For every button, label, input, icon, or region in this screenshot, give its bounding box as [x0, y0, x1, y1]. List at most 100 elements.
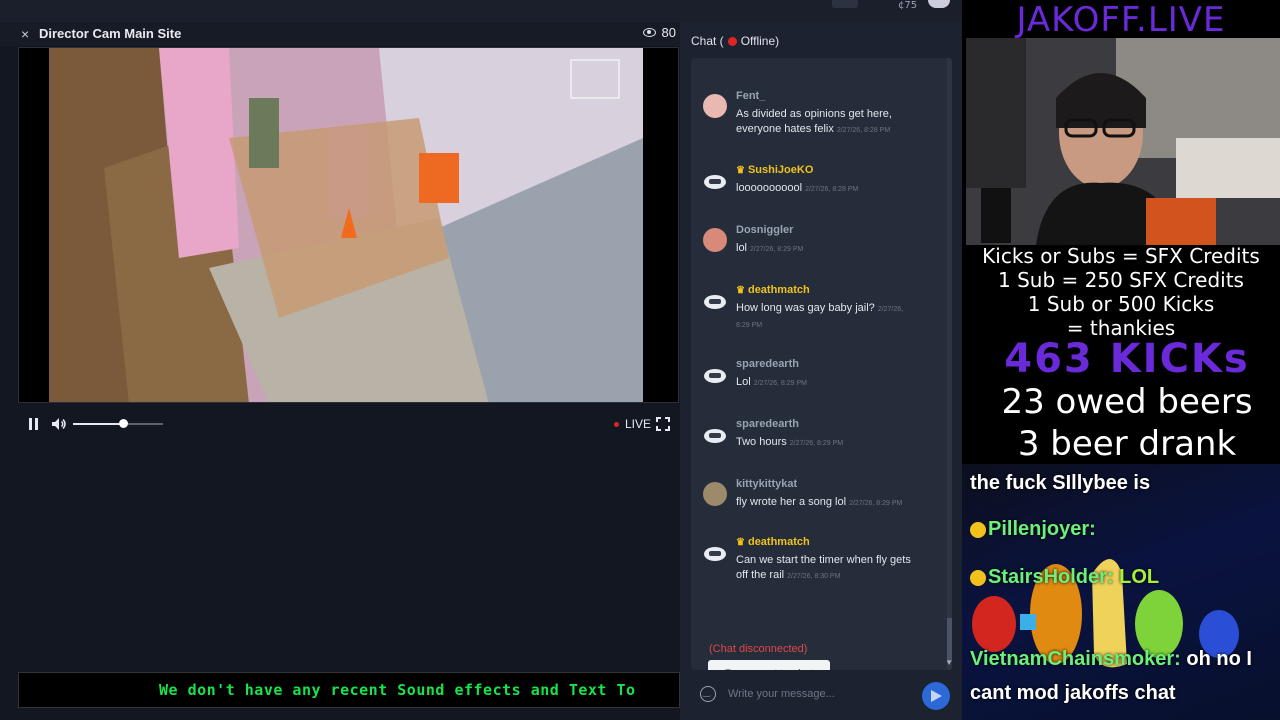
chat-username-text: deathmatch: [747, 536, 810, 548]
chat-username-text: sparedearth: [736, 358, 799, 370]
live-dot-icon: [614, 421, 619, 427]
chat-username-text: Dosniggler: [736, 224, 794, 236]
chat-username[interactable]: ♛ deathmatch: [736, 284, 810, 296]
close-icon[interactable]: ×: [21, 26, 29, 42]
chat-username-text: kittykittykat: [736, 478, 798, 490]
chat-timestamp: 2/27/26, 8:29 PM: [789, 440, 844, 447]
stream-chat-username: StairsHolder:: [988, 566, 1114, 588]
chat-username-text: sparedearth: [736, 418, 799, 430]
chat-message-text: Lol 2/27/26, 8:29 PM: [736, 375, 916, 391]
chat-message-body: Lol: [736, 376, 751, 388]
chat-username-text: SushiJoeKO: [747, 164, 814, 176]
chat-username[interactable]: sparedearth: [736, 418, 799, 430]
overlay-rules: Kicks or Subs = SFX Credits 1 Sub = 250 S…: [962, 244, 1280, 340]
chat-timestamp: 2/27/26, 8:30 PM: [787, 573, 841, 580]
avatar[interactable]: [703, 168, 727, 192]
stream-chat-text: oh no I: [1186, 648, 1252, 670]
fullscreen-icon[interactable]: [656, 417, 670, 431]
volume-knob[interactable]: [118, 419, 128, 428]
overlay-rule-line: 1 Sub or 500 Kicks: [1027, 292, 1215, 316]
emoji-icon[interactable]: [700, 686, 716, 702]
chat-message-body: Two hours: [736, 436, 787, 448]
avatar[interactable]: [703, 422, 727, 446]
volume-fill: [73, 423, 123, 425]
live-indicator[interactable]: LIVE: [614, 417, 651, 431]
coin-balance: ¢75: [898, 0, 918, 11]
stream-chat-line: cant mod jakoffs chat: [970, 682, 1176, 705]
volume-icon[interactable]: [51, 417, 67, 431]
volume-slider[interactable]: [73, 419, 163, 428]
chat-message-body: looooooooool: [736, 182, 803, 194]
beers-drank: 3 beer drank: [1017, 424, 1237, 464]
chat-message-text: How long was gay baby jail? 2/27/26, 8:29…: [736, 301, 916, 333]
scroll-down-icon[interactable]: ▼: [945, 658, 952, 667]
user-avatar[interactable]: [928, 0, 950, 8]
chat-message-text: Two hours 2/27/26, 8:29 PM: [736, 435, 916, 451]
chat-timestamp: 2/27/26, 8:28 PM: [836, 127, 891, 134]
video-frame: [19, 48, 678, 402]
chat-timestamp: 2/27/26, 8:29 PM: [849, 500, 903, 507]
chat-message-body: How long was gay baby jail?: [736, 302, 875, 314]
avatar[interactable]: [703, 94, 727, 118]
chat-username-text: deathmatch: [747, 284, 810, 296]
chat-username[interactable]: Dosniggler: [736, 224, 793, 236]
avatar[interactable]: [703, 228, 727, 252]
chat-timestamp: 2/27/26, 8:29 PM: [753, 380, 808, 387]
stream-chat-line: the fuck SIllybee is: [970, 472, 1150, 495]
stream-chat-text: the fuck SIllybee is: [970, 472, 1151, 494]
app-root: ¢75 × Director Cam Main Site 80 LIVE We …: [0, 0, 1280, 720]
stream-chat-line: StairsHolder: LOL: [970, 566, 1159, 589]
overlay-title: JAKOFF.LIVE: [1016, 0, 1226, 40]
chat-timestamp: 2/27/26, 8:29 PM: [750, 246, 804, 253]
player-controls: LIVE: [18, 408, 679, 440]
kick-count: 463 KICKs: [1004, 336, 1250, 382]
chat-input-row: [680, 676, 962, 720]
crown-icon: ♛: [736, 165, 745, 176]
avatar[interactable]: [703, 540, 727, 564]
chat-message-text: Can we start the timer when fly gets off…: [736, 553, 916, 584]
owed-beers: 23 owed beers: [1001, 382, 1253, 422]
sfx-ticker: We don't have any recent Sound effects a…: [18, 672, 680, 708]
crown-icon: ♛: [736, 285, 745, 296]
overlay-rule-line: 1 Sub = 250 SFX Credits: [998, 268, 1244, 292]
chat-scrollbar[interactable]: ▼: [945, 58, 952, 670]
send-button[interactable]: [922, 682, 950, 710]
stream-chat-text: LOL: [1119, 566, 1160, 588]
player-header: × Director Cam Main Site 80: [0, 22, 680, 46]
chat-header-label: Chat (: [691, 34, 724, 48]
webcam-feed: [966, 38, 1280, 245]
viewer-count: 80: [642, 25, 676, 40]
chat-badge-icon: [970, 521, 986, 538]
chat-message-list[interactable]: ▼ (Chat disconnected) Reconnect to chat …: [691, 58, 952, 670]
stream-chat-text: cant mod jakoffs chat: [970, 682, 1176, 704]
stream-overlay: JAKOFF.LIVE Kicks or Subs = SFX Credits 1…: [962, 0, 1280, 720]
avatar[interactable]: [703, 288, 727, 312]
chat-message-text: As divided as opinions get here, everyon…: [736, 107, 916, 138]
avatar[interactable]: [703, 482, 727, 506]
reconnect-button[interactable]: Reconnect to chat: [708, 660, 830, 670]
crown-icon: ♛: [736, 537, 745, 548]
stream-chat-username: VietnamChainsmoker:: [970, 648, 1181, 670]
stream-chat-username: Pillenjoyer:: [988, 518, 1096, 540]
chat-message-body: lol: [736, 242, 748, 254]
ticker-text: We don't have any recent Sound effects a…: [159, 681, 636, 699]
viewer-count-value: 80: [661, 25, 676, 40]
live-label: LIVE: [625, 417, 652, 431]
chat-message-input[interactable]: [728, 682, 916, 706]
chat-username[interactable]: ♛ deathmatch: [736, 536, 810, 548]
avatar[interactable]: [703, 362, 727, 386]
overlay-rule-line: Kicks or Subs = SFX Credits: [982, 244, 1260, 268]
chat-username-text: Fent_: [736, 90, 766, 102]
video-player[interactable]: [18, 47, 679, 403]
pause-icon[interactable]: [28, 418, 39, 430]
chat-username[interactable]: sparedearth: [736, 358, 799, 370]
chat-username[interactable]: Fent_: [736, 90, 765, 102]
top-menu-button[interactable]: [832, 0, 858, 8]
chat-status: Offline): [740, 34, 780, 48]
chat-username[interactable]: ♛ SushiJoeKO: [736, 164, 813, 176]
chat-message-text: looooooooool 2/27/26, 8:28 PM: [736, 181, 916, 197]
stream-chat-overlay: the fuck SIllybee is Pillenjoyer: StairsH…: [962, 464, 1280, 720]
scroll-thumb[interactable]: [947, 618, 952, 662]
chat-username[interactable]: kittykittykat: [736, 478, 797, 490]
offline-dot-icon: [727, 36, 737, 46]
